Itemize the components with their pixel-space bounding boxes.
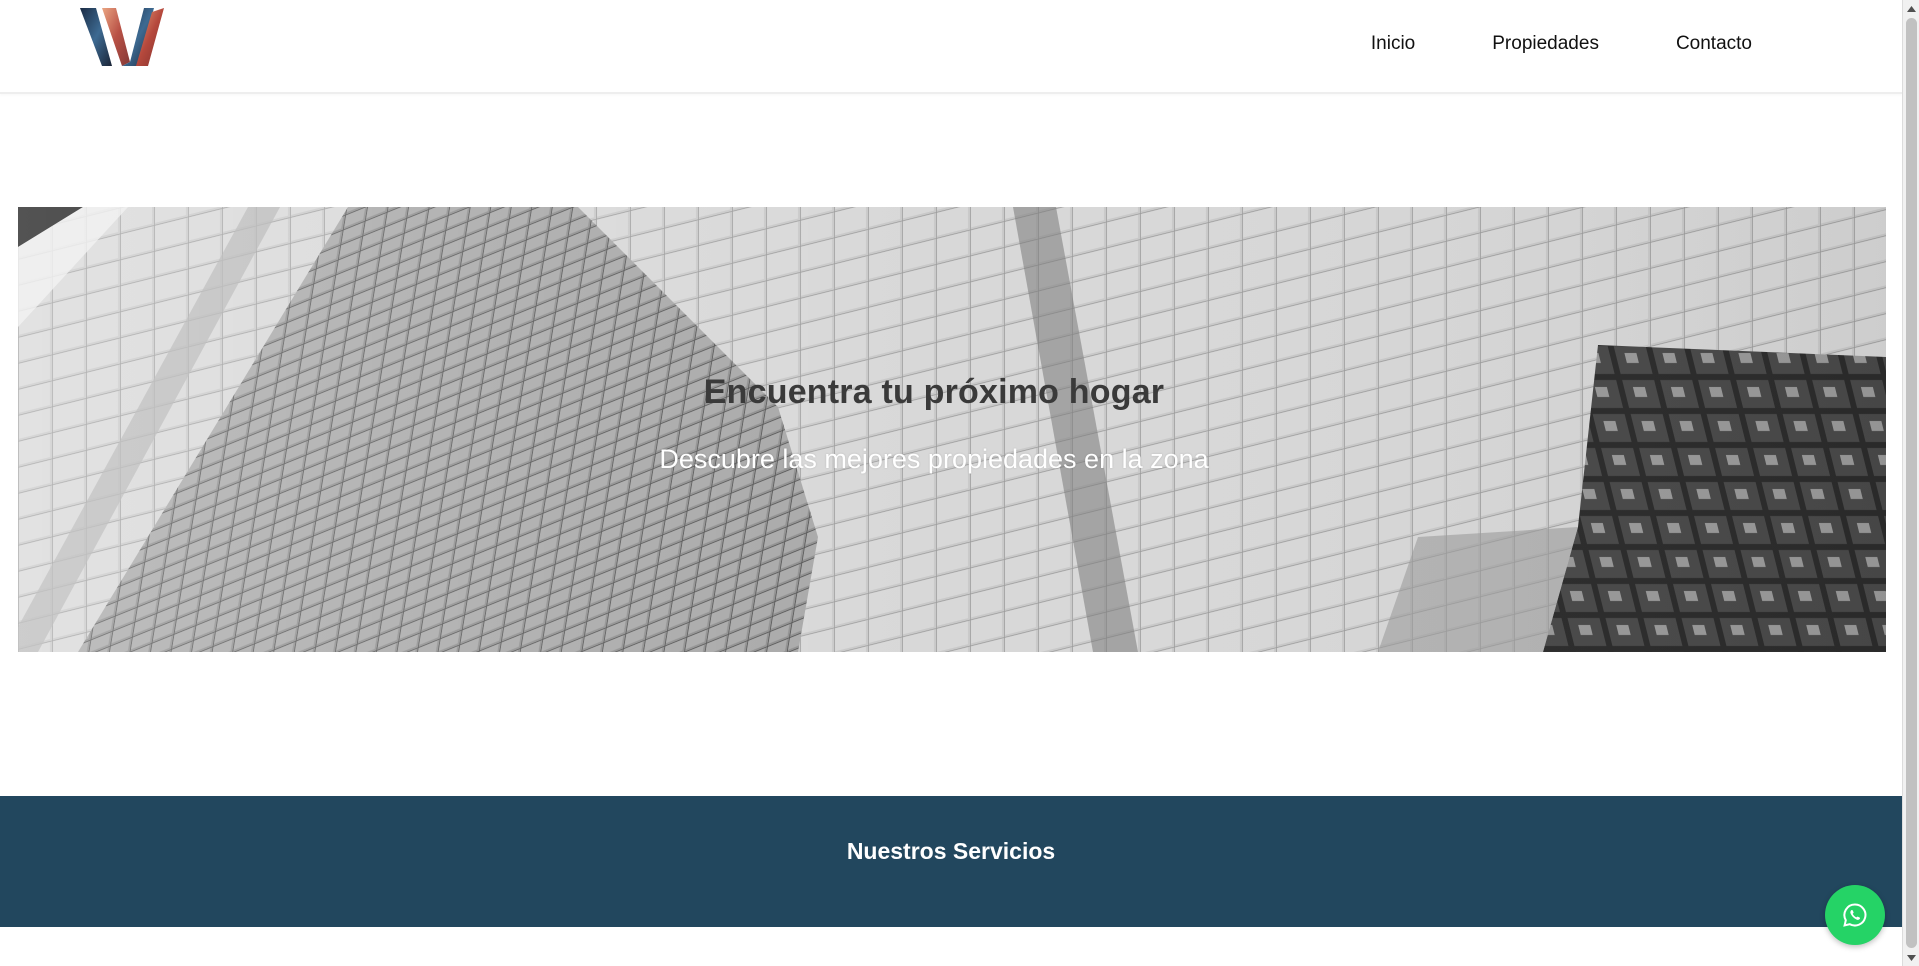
hero-title: Encuentra tu próximo hogar	[703, 373, 1165, 411]
services-section: Nuestros Servicios	[0, 796, 1902, 927]
page-scrollbar[interactable]	[1902, 0, 1919, 966]
page: Inicio Propiedades Contacto Encuentra tu…	[0, 0, 1902, 966]
nav-link-propiedades[interactable]: Propiedades	[1492, 32, 1599, 56]
nav-link-contacto[interactable]: Contacto	[1676, 32, 1752, 56]
hero-banner	[18, 207, 1886, 652]
site-header: Inicio Propiedades Contacto	[0, 0, 1902, 94]
whatsapp-icon	[1843, 903, 1867, 927]
scrollbar-thumb[interactable]	[1906, 18, 1917, 948]
scroll-up-arrow-icon[interactable]	[1903, 0, 1919, 17]
scroll-down-arrow-icon[interactable]	[1903, 949, 1919, 966]
building-facade-image	[18, 207, 1886, 652]
services-title: Nuestros Servicios	[846, 838, 1056, 864]
logo-icon	[80, 8, 164, 66]
hero-subtitle: Descubre las mejores propiedades en la z…	[659, 444, 1209, 474]
nav-link-inicio[interactable]: Inicio	[1371, 32, 1415, 56]
whatsapp-button[interactable]	[1825, 885, 1885, 945]
main-nav: Inicio Propiedades Contacto	[1294, 32, 1752, 56]
